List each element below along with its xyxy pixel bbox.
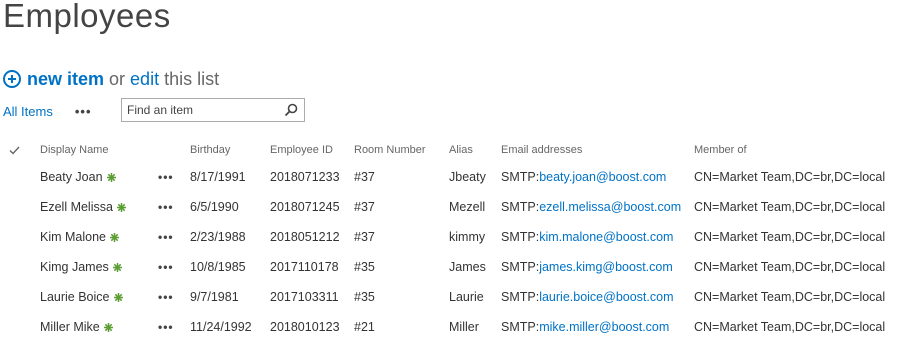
alias-cell: Miller [449,320,479,334]
row-menu-button[interactable]: ••• [158,170,174,184]
view-more-button[interactable]: ••• [75,104,92,119]
email-link[interactable]: beaty.joan@boost.com [539,170,666,184]
search-box [121,98,305,122]
new-item-bar: new item or edit this list [3,66,224,92]
table-row[interactable]: Laurie Boice ••• 9/7/1981 2017103311 #35… [0,282,902,312]
birthday-cell: 11/24/1992 [190,320,252,334]
row-menu-button[interactable]: ••• [158,320,174,334]
room-cell: #37 [354,170,375,184]
email-prefix: SMTP: [501,170,540,184]
birthday-cell: 6/5/1990 [190,200,239,214]
member-of-cell: CN=Market Team,DC=br,DC=local [694,260,886,274]
employee-id-cell: 2018071245 [270,200,340,214]
display-name[interactable]: Kimg James [40,260,109,274]
email-link[interactable]: james.kimg@boost.com [539,260,673,274]
column-header-member-of[interactable]: Member of [694,138,902,162]
table-row[interactable]: Ezell Melissa ••• 6/5/1990 2018071245 #3… [0,192,902,222]
search-input[interactable] [122,100,282,120]
row-select[interactable] [0,252,40,282]
row-select[interactable] [0,192,40,222]
birthday-cell: 9/7/1981 [190,290,239,304]
column-header-employee-id[interactable]: Employee ID [270,138,354,162]
view-all-items[interactable]: All Items [3,104,53,119]
select-all-column[interactable] [0,138,40,162]
add-circle-icon[interactable] [3,70,21,88]
new-item-icon [106,173,116,183]
alias-cell: kimmy [449,230,486,244]
display-name[interactable]: Miller Mike [40,320,100,334]
row-select[interactable] [0,162,40,192]
checkmark-icon [9,146,20,155]
email-link[interactable]: ezell.melissa@boost.com [539,200,681,214]
birthday-cell: 2/23/1988 [190,230,246,244]
employee-id-cell: 2018051212 [270,230,340,244]
email-link[interactable]: laurie.boice@boost.com [539,290,673,304]
row-menu-button[interactable]: ••• [158,200,174,214]
room-cell: #35 [354,260,375,274]
room-cell: #37 [354,200,375,214]
employees-table: Display Name Birthday Employee ID Room N… [0,138,902,342]
alias-cell: James [449,260,486,274]
alias-cell: Laurie [449,290,484,304]
table-row[interactable]: Beaty Joan ••• 8/17/1991 2018071233 #37 … [0,162,902,192]
column-header-alias[interactable]: Alias [449,138,501,162]
new-item-icon [116,203,126,213]
table-row[interactable]: Miller Mike ••• 11/24/1992 2018010123 #2… [0,312,902,342]
member-of-cell: CN=Market Team,DC=br,DC=local [694,230,886,244]
column-header-room-number[interactable]: Room Number [354,138,449,162]
table-row[interactable]: Kimg James ••• 10/8/1985 2017110178 #35 … [0,252,902,282]
column-header-display-name[interactable]: Display Name [40,138,158,162]
row-select[interactable] [0,282,40,312]
row-select[interactable] [0,222,40,252]
email-prefix: SMTP: [501,260,540,274]
email-link[interactable]: kim.malone@boost.com [539,230,673,244]
or-text: or [109,68,126,89]
column-header-email[interactable]: Email addresses [501,138,694,162]
view-bar: All Items ••• [3,98,92,124]
email-prefix: SMTP: [501,290,540,304]
new-item-icon [113,293,123,303]
birthday-cell: 10/8/1985 [190,260,246,274]
room-cell: #21 [354,320,375,334]
email-prefix: SMTP: [501,320,540,334]
row-menu-button[interactable]: ••• [158,230,174,244]
employee-id-cell: 2017103311 [270,290,339,304]
member-of-cell: CN=Market Team,DC=br,DC=local [694,290,886,304]
alias-cell: Jbeaty [449,170,486,184]
email-prefix: SMTP: [501,200,540,214]
employee-id-cell: 2018010123 [270,320,340,334]
employee-id-cell: 2018071233 [270,170,340,184]
email-link[interactable]: mike.miller@boost.com [539,320,669,334]
room-cell: #37 [354,230,375,244]
display-name[interactable]: Ezell Melissa [40,200,113,214]
new-item-button[interactable]: new item [27,69,104,90]
alias-cell: Mezell [449,200,486,214]
column-spacer [158,138,190,162]
display-name[interactable]: Laurie Boice [40,290,110,304]
new-item-icon [110,233,119,243]
new-item-icon [103,323,113,333]
email-prefix: SMTP: [501,230,540,244]
birthday-cell: 8/17/1991 [190,170,246,184]
this-list-text: this list [164,68,220,89]
room-cell: #35 [354,290,375,304]
page-title: Employees [3,0,171,34]
edit-list-link[interactable]: edit [130,69,159,90]
member-of-cell: CN=Market Team,DC=br,DC=local [694,320,886,334]
row-menu-button[interactable]: ••• [158,260,174,274]
table-header-row: Display Name Birthday Employee ID Room N… [0,138,902,162]
table-row[interactable]: Kim Malone ••• 2/23/1988 2018051212 #37 … [0,222,902,252]
search-icon[interactable] [284,103,298,117]
column-header-birthday[interactable]: Birthday [190,138,270,162]
display-name[interactable]: Beaty Joan [40,170,103,184]
display-name[interactable]: Kim Malone [40,230,106,244]
member-of-cell: CN=Market Team,DC=br,DC=local [694,200,886,214]
row-menu-button[interactable]: ••• [158,290,174,304]
member-of-cell: CN=Market Team,DC=br,DC=local [694,170,886,184]
employee-id-cell: 2017110178 [270,260,339,274]
new-item-icon [112,263,122,273]
row-select[interactable] [0,312,40,342]
